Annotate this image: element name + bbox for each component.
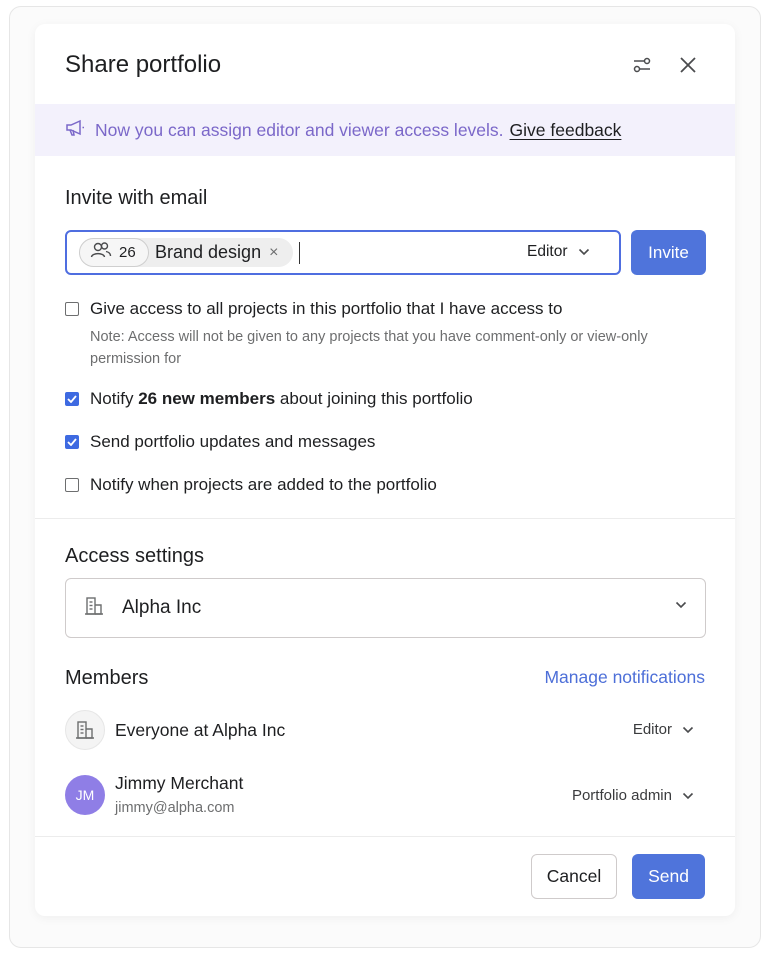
- organization-dropdown[interactable]: Alpha Inc: [65, 578, 706, 638]
- member-name: Jimmy Merchant: [115, 773, 244, 793]
- notify-projects-checkbox[interactable]: [65, 478, 79, 492]
- invite-button[interactable]: Invite: [631, 230, 706, 275]
- team-chip-badge: 26: [79, 238, 149, 267]
- text-cursor: [299, 242, 300, 264]
- member-role-label: Portfolio admin: [571, 787, 672, 804]
- option-label: Notify when projects are added to the po…: [90, 475, 437, 494]
- email-input[interactable]: 26 Brand design × Editor: [65, 230, 621, 275]
- chevron-down-icon: [682, 726, 694, 733]
- send-updates-checkbox[interactable]: [65, 435, 79, 449]
- invite-role-label: Editor: [527, 243, 568, 260]
- notify-members-checkbox[interactable]: [65, 392, 79, 406]
- new-members-count: 26 new members: [138, 389, 276, 408]
- member-email: jimmy@alpha.com: [115, 800, 235, 816]
- team-icon: [90, 241, 112, 264]
- invite-section-title: Invite with email: [65, 187, 208, 209]
- member-role-dropdown[interactable]: Editor: [633, 721, 694, 738]
- chip-label: Brand design: [155, 242, 262, 262]
- share-portfolio-dialog: Share portfolio Now you can assign edito…: [35, 24, 735, 916]
- chip-remove-icon[interactable]: ×: [269, 244, 278, 262]
- send-button[interactable]: Send: [632, 854, 705, 899]
- access-note: Note: Access will not be given to any pr…: [90, 329, 648, 367]
- cancel-button[interactable]: Cancel: [531, 854, 617, 899]
- option-label: Give access to all projects in this port…: [90, 299, 563, 318]
- member-role-label: Editor: [632, 721, 672, 738]
- invitee-chip[interactable]: 26 Brand design ×: [79, 238, 293, 267]
- team-member-count: 26: [119, 244, 136, 261]
- member-name: Everyone at Alpha Inc: [115, 720, 286, 740]
- organization-name: Alpha Inc: [122, 597, 202, 618]
- access-section-title: Access settings: [65, 545, 204, 567]
- footer-divider: [35, 836, 735, 837]
- give-access-checkbox[interactable]: [65, 302, 79, 316]
- info-banner: Now you can assign editor and viewer acc…: [35, 104, 735, 156]
- member-row: JM Jimmy Merchant jimmy@alpha.com Portfo…: [65, 773, 706, 819]
- members-section-title: Members: [65, 667, 149, 689]
- chevron-down-icon: [675, 601, 687, 609]
- option-row-send-updates[interactable]: Send portfolio updates and messages: [65, 432, 375, 452]
- invite-role-dropdown[interactable]: Editor: [527, 243, 590, 261]
- chevron-down-icon: [578, 248, 589, 256]
- sliders-icon[interactable]: [629, 52, 655, 78]
- option-label: Send portfolio updates and messages: [90, 432, 376, 451]
- avatar: JM: [65, 775, 105, 815]
- building-icon: [84, 596, 104, 621]
- megaphone-icon: [65, 119, 85, 142]
- chevron-down-icon: [682, 792, 694, 799]
- option-row-give-access[interactable]: Give access to all projects in this port…: [65, 299, 562, 319]
- dialog-header: Share portfolio: [35, 24, 735, 104]
- building-icon: [65, 710, 105, 750]
- member-row: Everyone at Alpha Inc Editor: [65, 710, 706, 750]
- invite-row: 26 Brand design × Editor Invite: [65, 230, 706, 275]
- option-row-notify-projects[interactable]: Notify when projects are added to the po…: [65, 475, 437, 495]
- option-row-notify-members[interactable]: Notify 26 new members about joining this…: [65, 389, 473, 409]
- close-icon[interactable]: [675, 52, 701, 78]
- manage-notifications-link[interactable]: Manage notifications: [544, 667, 705, 688]
- give-feedback-link[interactable]: Give feedback: [510, 120, 622, 141]
- section-divider: [35, 518, 735, 519]
- member-role-dropdown[interactable]: Portfolio admin: [572, 787, 694, 804]
- option-label: Notify 26 new members about joining this…: [90, 389, 473, 408]
- dialog-title: Share portfolio: [65, 51, 222, 78]
- banner-message: Now you can assign editor and viewer acc…: [95, 119, 504, 140]
